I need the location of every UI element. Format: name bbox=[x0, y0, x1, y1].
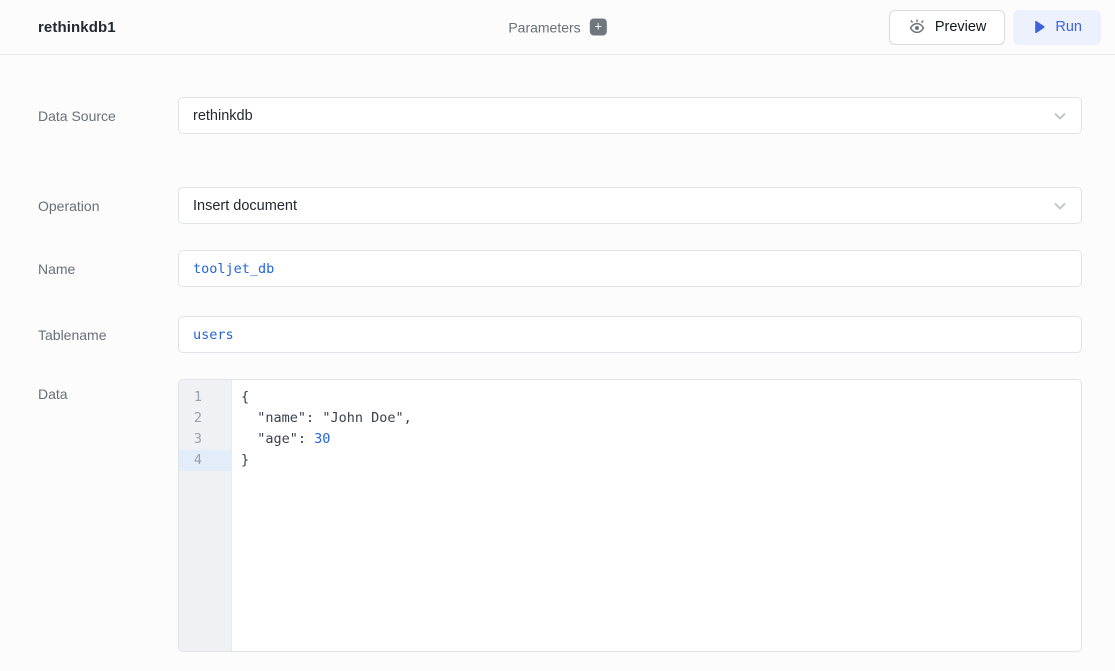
name-row: Name tooljet_db bbox=[38, 250, 1082, 287]
tablename-label: Tablename bbox=[38, 327, 178, 343]
line-number: 2 bbox=[179, 408, 231, 429]
data-label: Data bbox=[38, 379, 178, 402]
plus-icon: + bbox=[594, 19, 602, 34]
data-source-select[interactable]: rethinkdb bbox=[178, 97, 1082, 134]
line-number: 1 bbox=[179, 387, 231, 408]
data-source-value: rethinkdb bbox=[193, 108, 253, 124]
preview-button[interactable]: Preview bbox=[889, 10, 1006, 45]
name-label: Name bbox=[38, 261, 178, 277]
editor-code-area[interactable]: { "name": "John Doe", "age": 30 } bbox=[232, 380, 1081, 651]
chevron-down-icon bbox=[1052, 108, 1068, 124]
eye-icon bbox=[908, 19, 926, 35]
data-row: Data 1 2 3 4 { "name": "John Doe", "age"… bbox=[38, 379, 1082, 652]
tablename-row: Tablename users bbox=[38, 316, 1082, 353]
query-form: Data Source rethinkdb Operation Insert d… bbox=[0, 55, 1115, 652]
run-button[interactable]: Run bbox=[1013, 10, 1101, 45]
name-input[interactable]: tooljet_db bbox=[178, 250, 1082, 287]
data-source-label: Data Source bbox=[38, 108, 178, 124]
code-line: "age": 30 bbox=[241, 429, 1081, 450]
code-line: "name": "John Doe", bbox=[241, 408, 1081, 429]
run-button-label: Run bbox=[1055, 19, 1082, 35]
play-icon bbox=[1032, 20, 1046, 34]
parameters-label: Parameters bbox=[508, 19, 580, 35]
operation-row: Operation Insert document bbox=[38, 187, 1082, 224]
add-parameter-button[interactable]: + bbox=[590, 19, 607, 36]
code-line: } bbox=[241, 450, 1081, 471]
preview-button-label: Preview bbox=[935, 19, 987, 35]
operation-label: Operation bbox=[38, 198, 178, 214]
line-number: 3 bbox=[179, 429, 231, 450]
operation-select[interactable]: Insert document bbox=[178, 187, 1082, 224]
name-input-value: tooljet_db bbox=[193, 261, 274, 277]
query-editor-header: rethinkdb1 Parameters + Preview bbox=[0, 0, 1115, 55]
tablename-input[interactable]: users bbox=[178, 316, 1082, 353]
editor-line-number-gutter: 1 2 3 4 bbox=[179, 380, 232, 651]
operation-value: Insert document bbox=[193, 198, 297, 214]
header-actions: Preview Run bbox=[889, 10, 1101, 45]
data-source-row: Data Source rethinkdb bbox=[38, 97, 1082, 134]
chevron-down-icon bbox=[1052, 198, 1068, 214]
tablename-input-value: users bbox=[193, 327, 234, 343]
line-number-active: 4 bbox=[179, 450, 231, 471]
data-code-editor: 1 2 3 4 { "name": "John Doe", "age": 30 … bbox=[178, 379, 1082, 652]
code-line: { bbox=[241, 387, 1081, 408]
parameters-group: Parameters + bbox=[508, 19, 606, 36]
query-title: rethinkdb1 bbox=[38, 19, 116, 36]
